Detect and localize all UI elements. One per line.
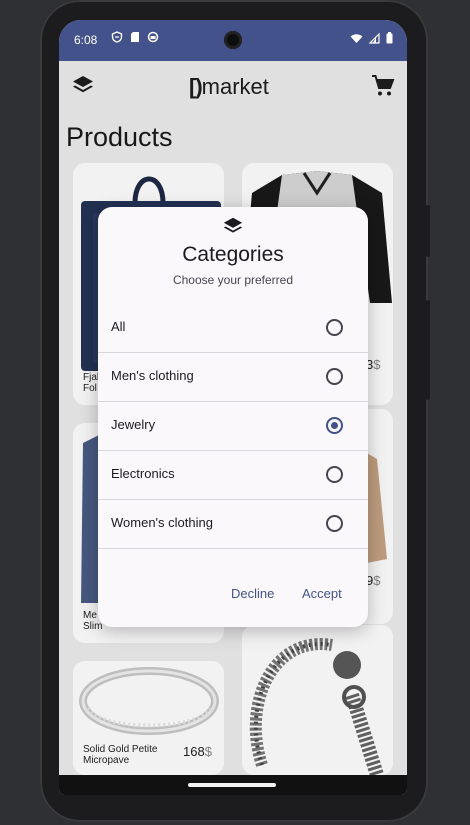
- option-label: Women's clothing: [111, 515, 213, 530]
- accept-button[interactable]: Accept: [302, 586, 342, 601]
- option-womens-clothing[interactable]: Women's clothing: [98, 500, 368, 549]
- battery-icon: [386, 32, 393, 44]
- option-mens-clothing[interactable]: Men's clothing: [98, 353, 368, 402]
- option-all[interactable]: All: [98, 304, 368, 353]
- decline-button[interactable]: Decline: [231, 586, 274, 601]
- dialog-subtitle: Choose your preferred: [172, 273, 294, 287]
- circle-icon: [147, 31, 159, 43]
- home-handle[interactable]: [188, 783, 276, 787]
- volume-button: [426, 205, 430, 257]
- dialog-title: Categories: [182, 243, 284, 266]
- shield-icon: [111, 31, 123, 43]
- option-label: Jewelry: [111, 417, 156, 432]
- option-electronics[interactable]: Electronics: [98, 451, 368, 500]
- camera-cutout: [224, 31, 242, 49]
- navigation-bar: [59, 775, 407, 795]
- signal-icon: [369, 32, 380, 44]
- status-bar: 6:08: [59, 20, 407, 61]
- radio-button[interactable]: [326, 319, 343, 336]
- wifi-icon: [350, 33, 363, 43]
- option-jewelry[interactable]: Jewelry: [98, 402, 368, 451]
- screen: 6:08 [)market Products Fjal Fol 3$ Me Sl…: [59, 20, 407, 795]
- radio-button[interactable]: [326, 466, 343, 483]
- sd-card-icon: [131, 32, 139, 42]
- status-icons: [111, 31, 159, 43]
- status-time: 6:08: [74, 33, 98, 47]
- categories-dialog: Categories Choose your preferred All Men…: [98, 207, 368, 627]
- power-button: [426, 300, 430, 400]
- option-label: Electronics: [111, 466, 175, 481]
- layers-icon: [223, 217, 243, 233]
- radio-button-selected[interactable]: [326, 417, 343, 434]
- option-label: Men's clothing: [111, 368, 194, 383]
- status-right-icons: [350, 32, 393, 44]
- option-label: All: [111, 319, 126, 334]
- radio-button[interactable]: [326, 368, 343, 385]
- radio-button[interactable]: [326, 515, 343, 532]
